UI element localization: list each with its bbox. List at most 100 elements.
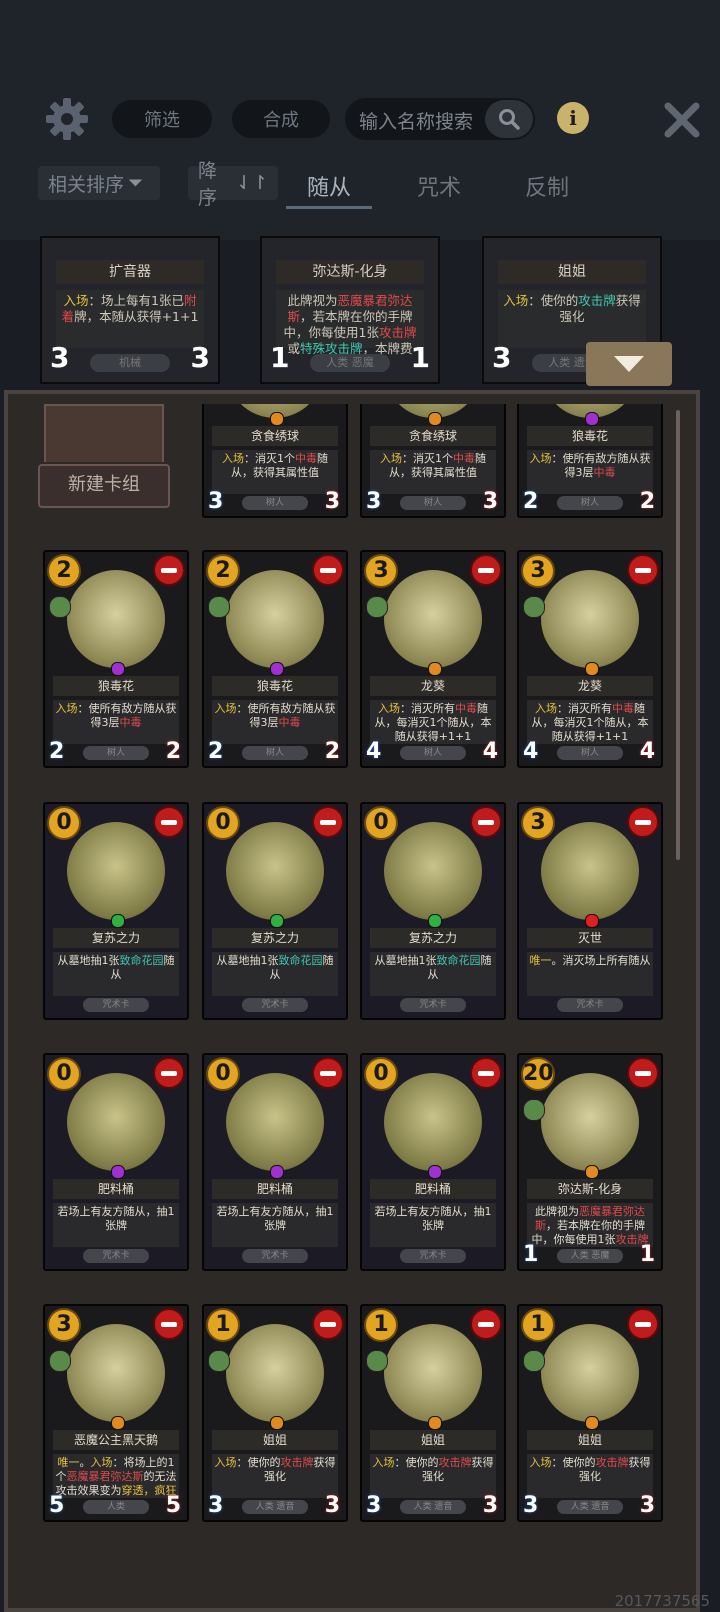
card-tribe-tag: 树人 xyxy=(400,496,466,510)
card-description: 入场：使所有敌方随从获得3层中毒 xyxy=(53,700,179,744)
card-tribe-tag: 咒术卡 xyxy=(400,998,466,1012)
card-attack: 2 xyxy=(523,489,539,514)
minion-card[interactable]: 20 弥达斯-化身此牌视为恶魔暴君弥达斯，若本牌在你的手牌中，你每使用1张攻击牌或… xyxy=(517,1053,663,1271)
compose-button[interactable]: 合成 xyxy=(232,100,330,138)
card-name: 恶魔公主黑天鹅 xyxy=(53,1430,179,1450)
minion-card[interactable]: 1 姐姐 入场：使你的攻击牌获得强化 3 3 人类 遗音 xyxy=(202,1304,348,1522)
desc-fragment: 入场 xyxy=(529,1456,552,1469)
tab-spell[interactable]: 咒术 xyxy=(396,166,482,206)
card-health: 3 xyxy=(324,489,340,514)
spell-card[interactable]: 3 灭世 唯一。消灭场上所有随从 咒术卡 xyxy=(517,802,663,1020)
card-health: 3 xyxy=(482,1493,498,1518)
desc-fragment: 攻击牌 xyxy=(438,1456,472,1469)
settings-gear-icon[interactable] xyxy=(44,96,90,142)
remove-card-icon[interactable] xyxy=(312,806,344,838)
tab-counter[interactable]: 反制 xyxy=(504,166,590,206)
rarity-gem xyxy=(270,1165,284,1179)
card-health: 1 xyxy=(639,1242,655,1267)
desc-fragment: 若场上有友方 xyxy=(216,1205,283,1218)
desc-fragment: ：消灭1个 xyxy=(244,452,295,465)
rarity-gem xyxy=(585,412,599,426)
search-box[interactable]: 输入名称搜索 xyxy=(345,98,535,140)
card-description: 此牌视为恶魔暴君弥达斯，若本牌在你的手牌中，你每使用1张攻击牌或特殊攻击牌，本牌… xyxy=(527,1203,653,1247)
sort-related-button[interactable]: 相关排序 ⏷ xyxy=(38,166,160,200)
card-description: 从墓地抽1张致命花园随从 xyxy=(53,952,179,996)
remove-card-icon[interactable] xyxy=(470,1308,502,1340)
card-attack: 4 xyxy=(523,739,539,764)
card-cost: 2 xyxy=(206,554,240,588)
faction-icon xyxy=(523,1350,545,1372)
search-icon[interactable] xyxy=(485,100,533,138)
filter-button[interactable]: 筛选 xyxy=(112,100,212,138)
card-description: 入场：使你的攻击牌获得强化 xyxy=(212,1454,338,1498)
minion-card[interactable]: 1 姐姐 入场：使你的攻击牌获得强化 3 3 人类 遗音 xyxy=(360,1304,506,1522)
sort-desc-button[interactable]: 降序 ⇃↾ xyxy=(188,160,278,209)
spell-card[interactable]: 0 复苏之力 从墓地抽1张致命花园随从 咒术卡 xyxy=(202,802,348,1020)
remove-card-icon[interactable] xyxy=(153,554,185,586)
remove-card-icon[interactable] xyxy=(627,1057,659,1089)
search-input[interactable]: 输入名称搜索 xyxy=(359,107,473,134)
card-art xyxy=(384,570,482,668)
card-tribe-tag: 咒术卡 xyxy=(400,1249,466,1263)
desc-fragment: 攻击牌 xyxy=(595,1456,629,1469)
remove-card-icon[interactable] xyxy=(153,1057,185,1089)
faction-icon xyxy=(208,1350,230,1372)
selected-card[interactable]: 弥达斯-化身 此牌视为恶魔暴君弥达斯，若本牌在你的手牌中，你每使用1张攻击牌或特殊… xyxy=(260,236,440,384)
remove-card-icon[interactable] xyxy=(312,554,344,586)
card-cost: 20 xyxy=(521,1057,555,1091)
minion-card[interactable]: 2 狼毒花 入场：使所有敌方随从获得3层中毒 2 2 树人 xyxy=(43,550,189,768)
remove-card-icon[interactable] xyxy=(627,1308,659,1340)
faction-icon xyxy=(49,596,71,618)
remove-card-icon[interactable] xyxy=(312,1308,344,1340)
card-description: 若场上有友方随从，抽1张牌 xyxy=(370,1203,496,1247)
remove-card-icon[interactable] xyxy=(627,554,659,586)
rarity-gem xyxy=(585,1416,599,1430)
minion-card[interactable]: 3 龙葵 入场：消灭所有中毒随从，每消灭1个随从，本随从获得+1+1 4 4 树人 xyxy=(360,550,506,768)
spell-card[interactable]: 0 肥料桶 若场上有友方随从，抽1张牌 咒术卡 xyxy=(202,1053,348,1271)
minion-card[interactable]: 2 狼毒花 入场：使所有敌方随从获得3层中毒 2 2 树人 xyxy=(202,550,348,768)
new-deck-button[interactable]: 新建卡组 xyxy=(38,464,170,508)
desc-fragment: 此牌视为 xyxy=(535,1205,579,1218)
info-icon[interactable]: i xyxy=(557,102,589,134)
desc-fragment: 中毒 xyxy=(612,702,634,715)
card-attack: 3 xyxy=(523,1493,539,1518)
card-name: 姐姐 xyxy=(527,1430,653,1450)
sort-desc-label: 降序 xyxy=(198,160,218,209)
rarity-gem xyxy=(428,1165,442,1179)
remove-card-icon[interactable] xyxy=(153,806,185,838)
card-name: 复苏之力 xyxy=(212,928,338,948)
selected-card[interactable]: 扩音器 入场：场上每有1张已附着牌，本随从获得+1+1 3 3 机械 xyxy=(40,236,220,384)
card-art xyxy=(67,1324,165,1422)
tab-minion[interactable]: 随从 xyxy=(286,166,372,209)
faction-icon xyxy=(523,1099,545,1121)
desc-fragment: ：消灭所有 xyxy=(400,702,455,715)
top-bar: 筛选 合成 输入名称搜索 i 相关排序 ⏷ 降序 ⇃↾ 随从 咒术 反制 xyxy=(0,0,720,240)
card-description: 此牌视为恶魔暴君弥达斯，若本牌在你的手牌中，你每使用1张攻击牌或特殊攻击牌，本牌… xyxy=(276,290,424,372)
spell-card[interactable]: 0 复苏之力 从墓地抽1张致命花园随从 咒术卡 xyxy=(43,802,189,1020)
remove-card-icon[interactable] xyxy=(470,554,502,586)
collapse-button[interactable] xyxy=(586,342,672,386)
remove-card-icon[interactable] xyxy=(153,1308,185,1340)
card-cost: 3 xyxy=(521,806,555,840)
desc-fragment: 中毒 xyxy=(119,716,142,729)
remove-card-icon[interactable] xyxy=(470,806,502,838)
minion-card[interactable]: 1 姐姐 入场：使你的攻击牌获得强化 3 3 人类 遗音 xyxy=(517,1304,663,1522)
remove-card-icon[interactable] xyxy=(312,1057,344,1089)
remove-card-icon[interactable] xyxy=(470,1057,502,1089)
spell-card[interactable]: 0 肥料桶 若场上有友方随从，抽1张牌 咒术卡 xyxy=(360,1053,506,1271)
minion-card[interactable]: 3 龙葵 入场：消灭所有中毒随从，每消灭1个随从，本随从获得+1+1 4 4 树人 xyxy=(517,550,663,768)
desc-fragment: 入场 xyxy=(214,702,237,715)
desc-fragment: 中毒 xyxy=(295,452,317,465)
card-tribe-tag: 咒术卡 xyxy=(83,998,149,1012)
scrollbar[interactable] xyxy=(676,410,680,860)
card-health: 3 xyxy=(482,489,498,514)
card-tribe-tag: 咒术卡 xyxy=(83,1249,149,1263)
card-description: 入场：使所有敌方随从获得3层中毒 xyxy=(527,450,653,494)
spell-card[interactable]: 0 肥料桶 若场上有友方随从，抽1张牌 咒术卡 xyxy=(43,1053,189,1271)
remove-card-icon[interactable] xyxy=(627,806,659,838)
spell-card[interactable]: 0 复苏之力 从墓地抽1张致命花园随从 咒术卡 xyxy=(360,802,506,1020)
desc-fragment: 从墓地抽1张 xyxy=(57,954,120,967)
minion-card[interactable]: 3 恶魔公主黑天鹅 唯一。入场：将场上的1个恶魔暴君弥达斯的无法攻击效果变为穿透，疯… xyxy=(43,1304,189,1522)
close-icon[interactable] xyxy=(662,100,702,140)
card-health: 5 xyxy=(165,1493,181,1518)
